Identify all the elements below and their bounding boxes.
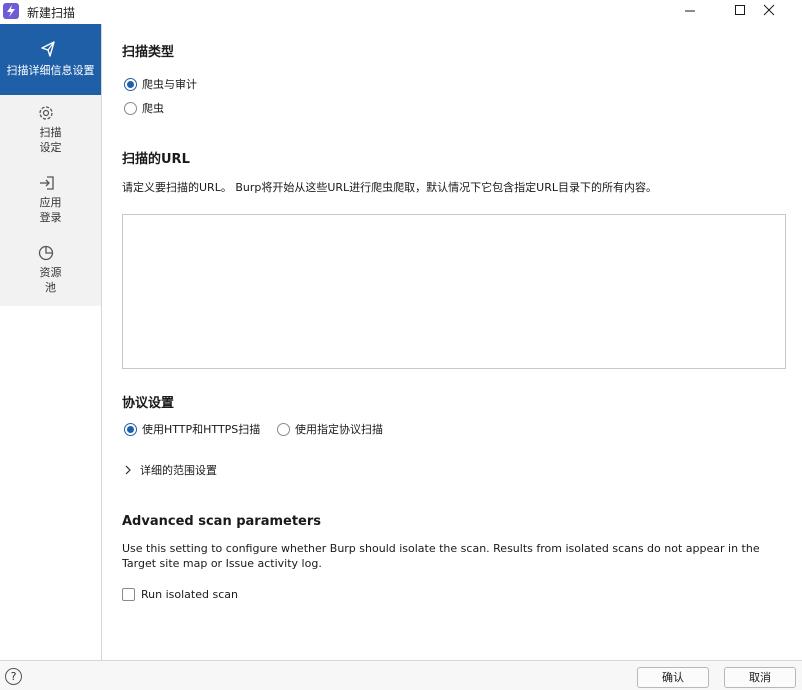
sidebar-item-label: 扫描详细信息设置: [6, 64, 95, 77]
sidebar-item-scan-settings[interactable]: 扫描 设定: [0, 104, 101, 164]
send-icon: [38, 40, 62, 61]
scan-type-heading: 扫描类型: [122, 45, 175, 60]
radio-crawl-and-audit[interactable]: 爬虫与审计: [124, 76, 197, 92]
sidebar-item-label: 应用 登录: [0, 195, 101, 225]
sidebar-item-label: 资源 池: [0, 265, 101, 295]
radio-button[interactable]: [277, 422, 290, 436]
window-title: 新建扫描: [27, 6, 76, 20]
run-isolated-scan-checkbox[interactable]: [122, 588, 135, 601]
dialog-footer: ? 确认 取消: [0, 660, 802, 690]
sidebar-item-text: 扫描 设定: [39, 126, 62, 154]
radio-label: 爬虫: [142, 102, 164, 115]
title-bar: 新建扫描: [0, 0, 802, 24]
sidebar-item-text: 资源 池: [39, 266, 62, 294]
cancel-button[interactable]: 取消: [724, 667, 796, 688]
radio-label: 爬虫与审计: [142, 78, 197, 91]
help-icon[interactable]: ?: [5, 668, 22, 685]
login-icon: [38, 174, 62, 195]
sidebar-item-scan-details[interactable]: 扫描详细信息设置: [0, 24, 101, 95]
sidebar-empty-area: [0, 306, 101, 660]
sidebar-item-label: 扫描 设定: [0, 125, 101, 155]
ok-button[interactable]: 确认: [637, 667, 709, 688]
sidebar: 扫描详细信息设置 扫描 设定 应用 登录 资源 池: [0, 24, 102, 660]
urls-heading: 扫描的URL: [122, 152, 190, 167]
radio-specified-protocol[interactable]: 使用指定协议扫描: [277, 421, 383, 437]
urls-description: 请定义要扫描的URL。 Burp将开始从这些URL进行爬虫爬取，默认情况下它包含…: [122, 181, 657, 194]
radio-http-and-https[interactable]: 使用HTTP和HTTPS扫描: [124, 421, 260, 437]
sidebar-item-app-login[interactable]: 应用 登录: [0, 174, 101, 234]
radio-label: 使用指定协议扫描: [295, 423, 383, 436]
sidebar-item-text: 应用 登录: [39, 196, 62, 224]
maximize-button[interactable]: [717, 0, 763, 24]
radio-crawl[interactable]: 爬虫: [124, 100, 164, 116]
pie-chart-icon: [38, 244, 62, 265]
urls-textarea[interactable]: [122, 214, 786, 369]
close-button[interactable]: [760, 0, 802, 24]
advanced-description: Use this setting to configure whether Bu…: [122, 542, 760, 570]
protocol-heading: 协议设置: [122, 396, 175, 411]
run-isolated-scan-option[interactable]: Run isolated scan: [122, 588, 238, 601]
chevron-right-icon: [125, 465, 131, 475]
radio-button[interactable]: [124, 77, 137, 91]
scope-settings-expander[interactable]: 详细的范围设置: [122, 462, 217, 478]
radio-button[interactable]: [124, 101, 137, 115]
sidebar-item-resource-pool[interactable]: 资源 池: [0, 244, 101, 304]
advanced-heading: Advanced scan parameters: [122, 514, 322, 529]
burp-app-icon: [3, 3, 19, 19]
radio-label: 使用HTTP和HTTPS扫描: [142, 423, 261, 436]
scan-details-panel: 扫描类型 爬虫与审计 爬虫 扫描的URL 请定义要扫描的URL。 Burp将开始…: [102, 24, 802, 660]
expander-label: 详细的范围设置: [140, 464, 217, 477]
gear-icon: [38, 104, 62, 125]
minimize-button[interactable]: [666, 0, 712, 24]
checkbox-label: Run isolated scan: [141, 588, 238, 601]
radio-button[interactable]: [124, 422, 137, 436]
